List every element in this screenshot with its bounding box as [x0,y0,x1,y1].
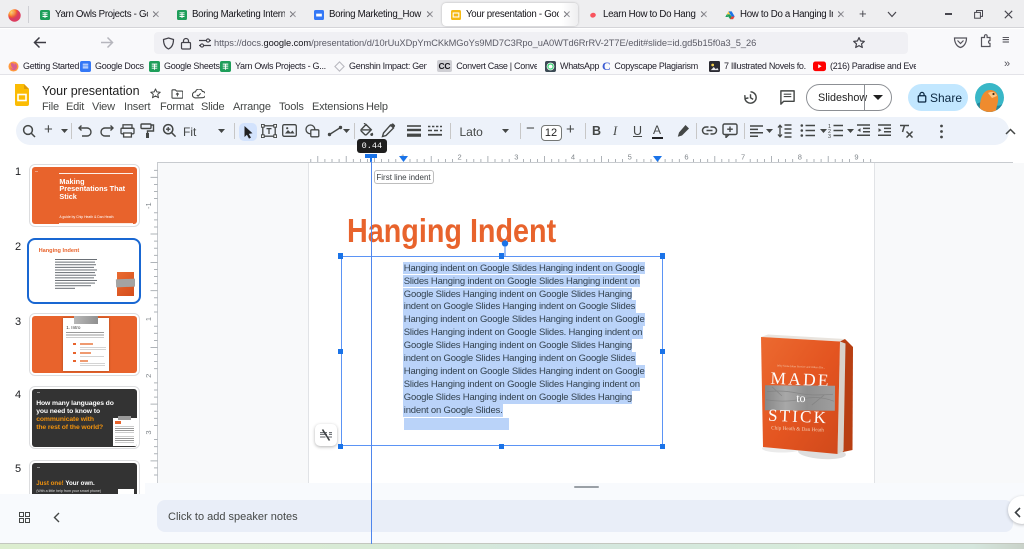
svg-text:to: to [796,391,805,405]
svg-text:2: 2 [458,153,462,162]
svg-text:3: 3 [828,134,831,138]
svg-text:9: 9 [854,153,858,162]
svg-text:3: 3 [514,153,518,162]
svg-text:3: 3 [145,430,153,434]
svg-text:5: 5 [628,153,632,162]
svg-text:6: 6 [684,153,688,162]
svg-text:8: 8 [798,153,802,162]
svg-text:STICK: STICK [768,406,829,428]
svg-text:1: 1 [145,317,153,321]
svg-text:-1: -1 [145,202,153,209]
svg-text:4: 4 [571,153,575,162]
svg-text:7: 7 [741,153,745,162]
svg-text:2: 2 [145,374,153,378]
